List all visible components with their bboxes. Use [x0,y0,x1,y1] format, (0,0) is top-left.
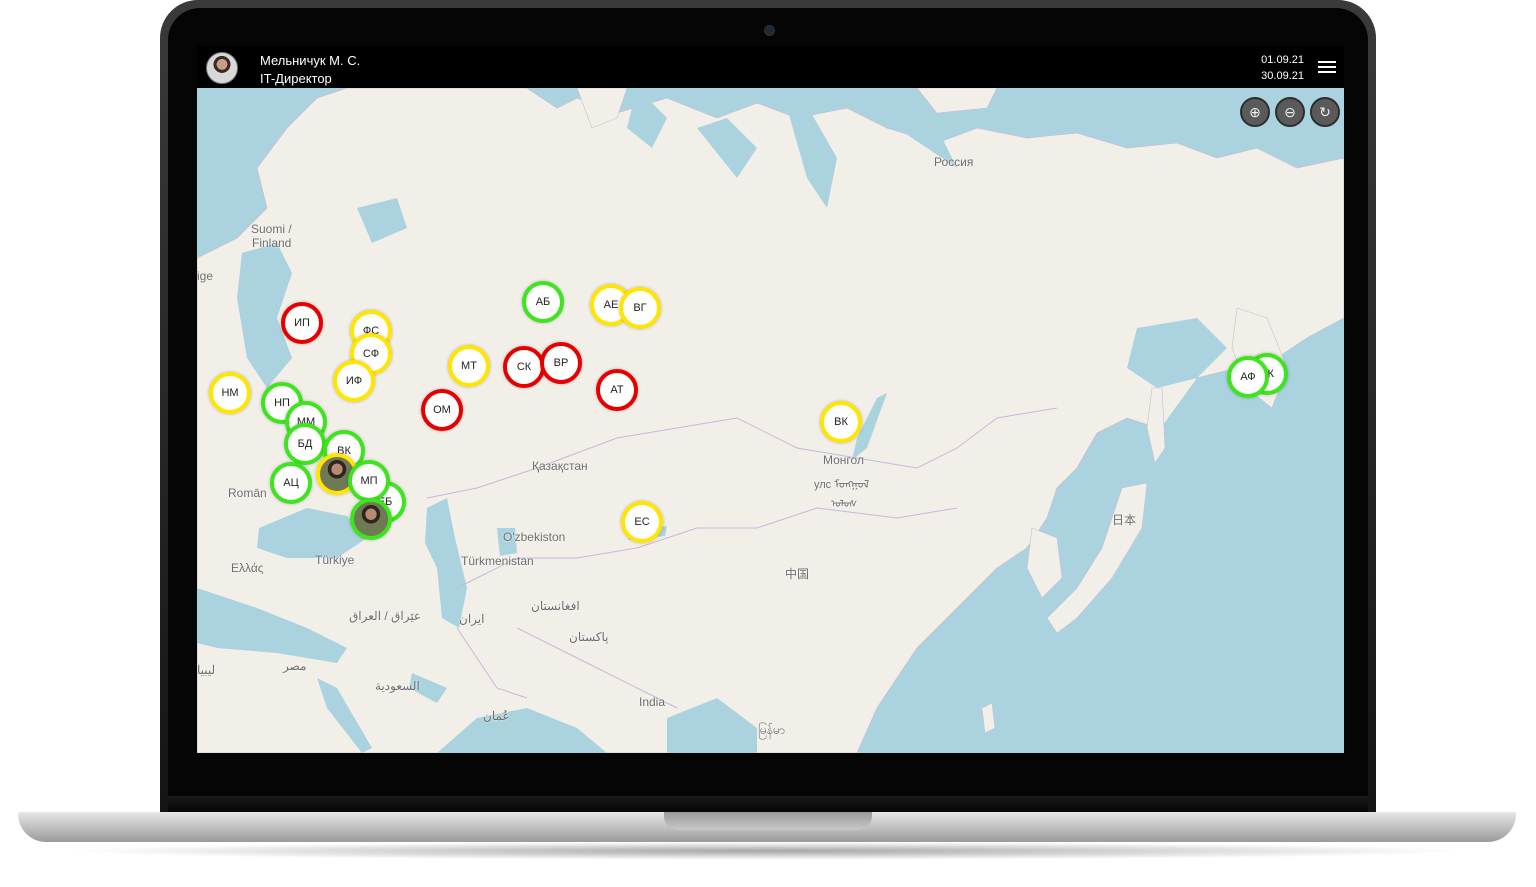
map-label-afghanistan: افغانستان [531,599,580,613]
employee-marker[interactable]: АТ [596,369,638,411]
map-label-iraq: عێراق / العراق [349,609,422,623]
map-label-partial: ige [197,269,214,283]
employee-marker[interactable]: ЕС [621,501,663,543]
employee-marker[interactable]: МТ [448,345,490,387]
app-screen: Мельничук М. С. IT-Директор 01.09.21 30.… [197,46,1344,753]
employee-marker[interactable]: ИП [281,302,323,344]
employee-marker[interactable]: СК [503,346,545,388]
map-view[interactable] [197,88,1344,753]
map-label-india: India [639,695,666,709]
map-label-finland-en: Finland [252,236,292,250]
period-end-date[interactable]: 30.09.21 [1261,70,1304,82]
map-label-greece: Ελλάς [231,561,264,575]
map-label-mongolia-script-2: ᠤᠯᠤᠰ [831,499,858,510]
map-label-mongolia: Монгол [823,453,864,467]
employee-marker[interactable]: НМ [209,372,251,414]
map-label-turkey: Türkiye [315,553,355,567]
map-label-oman: عُمان [483,709,510,723]
employee-marker[interactable]: ВГ [619,287,661,329]
employee-marker[interactable]: АФ [1227,356,1269,398]
refresh-button[interactable]: ↻ [1310,97,1340,127]
map-label-libya: ليبيا [197,663,216,677]
employee-marker[interactable]: МП [348,460,390,502]
map-label-mongolia-script: улс ᠮᠣᠩᠭᠣᠯ [814,479,870,491]
map-label-kazakhstan: Қазақстан [532,459,588,473]
map-label-romania: Romān [228,486,267,500]
user-avatar[interactable] [206,52,238,84]
top-bar: Мельничук М. С. IT-Директор 01.09.21 30.… [197,46,1344,88]
employee-photo-marker[interactable] [350,498,392,540]
map-label-iran: ایران [459,612,485,626]
employee-marker[interactable]: БД [284,423,326,465]
camera-icon [764,25,775,36]
employee-marker[interactable]: ВК [820,401,862,443]
map-label-russia: Россия [934,155,974,169]
employee-marker[interactable]: ОМ [421,389,463,431]
laptop-shadow [60,842,1476,860]
map-label-turkmenistan: Türkmenistan [461,554,534,568]
minus-circle-icon: ⊖ [1284,104,1296,120]
period-start-date[interactable]: 01.09.21 [1261,54,1304,66]
laptop-base-notch [664,812,872,830]
map-label-egypt: مصر [283,659,307,673]
employee-marker[interactable]: АБ [522,281,564,323]
user-role: IT-Директор [260,71,332,86]
map-label-myanmar: မြန်မာ [758,723,785,737]
employee-marker[interactable]: ВР [540,342,582,384]
user-name: Мельничук М. С. [260,53,361,68]
zoom-in-button[interactable]: ⊕ [1240,97,1270,127]
map-label-china: 中国 [785,567,810,581]
hamburger-menu-icon[interactable] [1318,58,1336,74]
map-base-layer [197,88,1344,753]
employee-marker[interactable]: АЦ [270,462,312,504]
map-label-saudi-arabia: السعودية [375,679,420,693]
map-label-pakistan: پاکستان [569,630,609,644]
map-label-japan: 日本 [1112,513,1137,527]
map-label-uzbekistan: O'zbekiston [503,530,566,544]
zoom-out-button[interactable]: ⊖ [1275,97,1305,127]
map-label-finland: Suomi / [251,222,292,236]
plus-circle-icon: ⊕ [1249,104,1261,120]
refresh-icon: ↻ [1319,104,1331,120]
employee-marker[interactable]: ИФ [333,360,375,402]
